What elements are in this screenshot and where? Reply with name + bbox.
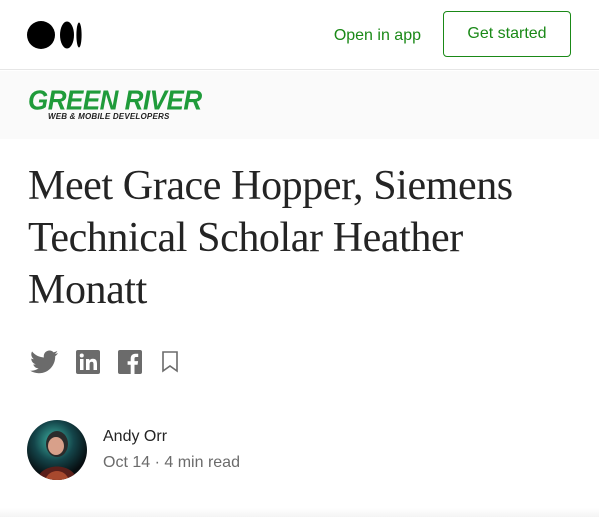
- top-navbar: Open in app Get started: [0, 0, 599, 70]
- article-title: Meet Grace Hopper, Siemens Technical Sch…: [28, 163, 513, 313]
- author-name[interactable]: Andy Orr: [103, 427, 240, 447]
- author-block: Andy Orr Oct 14 · 4 min read: [27, 420, 240, 480]
- publication-logo[interactable]: GREEN RIVER WEB & MOBILE DEVELOPERS: [28, 84, 202, 121]
- bottom-divider: [0, 508, 599, 517]
- article-meta: Oct 14 · 4 min read: [103, 453, 240, 473]
- publish-date: Oct 14: [103, 454, 151, 471]
- open-in-app-link[interactable]: Open in app: [334, 27, 421, 45]
- publication-name: GREEN RIVER: [28, 84, 202, 116]
- publication-bar: GREEN RIVER WEB & MOBILE DEVELOPERS: [0, 71, 599, 139]
- author-avatar[interactable]: [27, 420, 87, 480]
- twitter-icon[interactable]: [30, 350, 58, 374]
- read-time: 4 min read: [164, 454, 240, 471]
- medium-logo-icon[interactable]: [27, 20, 83, 50]
- share-row: [30, 350, 198, 374]
- bookmark-icon[interactable]: [160, 350, 180, 374]
- facebook-icon[interactable]: [118, 350, 142, 374]
- linkedin-icon[interactable]: [76, 350, 100, 374]
- meta-separator: ·: [154, 454, 160, 471]
- get-started-button[interactable]: Get started: [443, 11, 571, 57]
